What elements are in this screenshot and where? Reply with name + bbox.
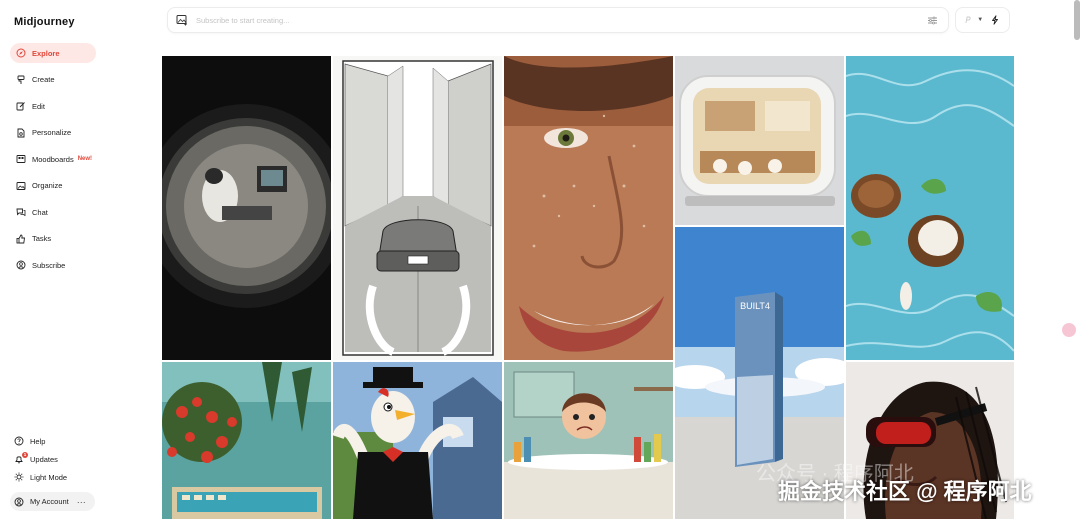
nav-label: Edit	[32, 101, 45, 111]
add-image-icon[interactable]	[176, 14, 188, 26]
nav-label: Tasks	[32, 234, 52, 243]
nav-item-subscribe[interactable]: Subscribe	[10, 255, 96, 275]
nav-label: Chat	[32, 207, 48, 217]
gallery-image-fisheye-cow[interactable]	[162, 56, 331, 360]
nav-label: Create	[32, 75, 55, 84]
new-badge: New!	[77, 156, 93, 162]
gallery-image-rooster[interactable]	[333, 362, 502, 519]
sun-icon	[14, 472, 24, 482]
scrollbar-thumb[interactable]	[1074, 0, 1080, 40]
action-box: 𝘗 ▼	[955, 7, 1010, 33]
person-circle-icon	[14, 497, 24, 506]
nav-item-organize[interactable]: Organize	[10, 176, 96, 196]
gallery-image-bathtub-girl[interactable]	[504, 362, 673, 519]
sidebar: Midjourney Explore Create Edit Personali…	[0, 0, 110, 519]
help-link[interactable]: Help	[10, 434, 100, 448]
updates-link[interactable]: 1 Updates	[10, 452, 100, 466]
watermark-text: 掘金技术社区 @ 程序阿北	[778, 479, 1032, 504]
gallery-image-sketch-car[interactable]	[333, 56, 502, 360]
more-options-icon[interactable]: ···	[77, 497, 86, 507]
nav-label: Personalize	[32, 128, 72, 137]
gallery-image-miniature-cafe[interactable]	[675, 56, 844, 225]
my-account-button[interactable]: My Account ···	[10, 492, 95, 511]
moodboard-icon	[16, 154, 26, 164]
nav-label: Subscribe	[32, 260, 66, 270]
monolith-label: BUILT4	[740, 301, 770, 311]
personalize-toggle-icon[interactable]: 𝘗	[965, 15, 970, 26]
nav-item-tasks[interactable]: Tasks	[10, 229, 96, 249]
prompt-input-placeholder[interactable]: Subscribe to start creating...	[196, 16, 927, 25]
updates-count-badge: 1	[22, 452, 28, 458]
settings-sliders-icon[interactable]	[927, 15, 938, 26]
account-label: My Account	[30, 497, 69, 506]
explore-gallery: BUILT4	[162, 56, 1014, 519]
help-icon	[14, 436, 24, 446]
chat-icon	[16, 207, 26, 217]
personalize-icon	[16, 128, 26, 138]
floating-assistant-icon[interactable]	[1062, 323, 1076, 337]
chevron-down-icon[interactable]: ▼	[977, 17, 983, 23]
brand-logo[interactable]: Midjourney	[14, 16, 75, 28]
lightning-icon[interactable]	[990, 15, 1000, 25]
gallery-image-coconut-pool[interactable]	[846, 56, 1014, 360]
thumbs-up-icon	[16, 234, 26, 244]
nav-label: Moodboards	[32, 154, 74, 164]
compass-icon	[16, 48, 26, 58]
bottom-nav: Help 1 Updates Light Mode	[10, 434, 100, 488]
nav-item-personalize[interactable]: Personalize	[10, 123, 96, 143]
nav-label: Organize	[32, 181, 63, 190]
gallery-image-face-closeup[interactable]	[504, 56, 673, 360]
nav-item-explore[interactable]: Explore	[10, 43, 96, 63]
person-circle-icon	[16, 260, 26, 270]
image-icon	[16, 181, 26, 191]
nav-item-edit[interactable]: Edit	[10, 96, 96, 116]
nav-item-chat[interactable]: Chat	[10, 202, 96, 222]
light-mode-toggle[interactable]: Light Mode	[10, 470, 100, 484]
nav-item-create[interactable]: Create	[10, 70, 96, 90]
edit-icon	[16, 101, 26, 111]
main-nav: Explore Create Edit Personalize Moodboar…	[10, 43, 96, 282]
nav-item-moodboards[interactable]: Moodboards New!	[10, 149, 96, 169]
updates-label: Updates	[30, 454, 58, 464]
gallery-image-tropical-synth[interactable]	[162, 362, 331, 519]
help-label: Help	[30, 436, 46, 446]
brush-icon	[16, 75, 26, 85]
prompt-bar[interactable]: Subscribe to start creating...	[167, 7, 949, 33]
nav-label: Explore	[32, 48, 60, 58]
light-mode-label: Light Mode	[30, 472, 68, 482]
